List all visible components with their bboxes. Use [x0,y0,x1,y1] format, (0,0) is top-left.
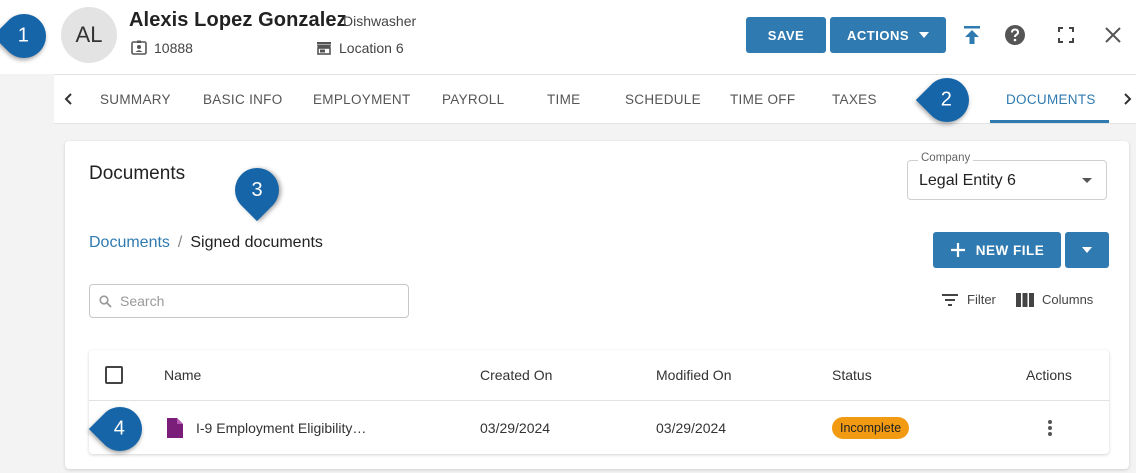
status-badge: Incomplete [832,416,910,439]
employee-role: Dishwasher [343,13,417,29]
column-header-status[interactable]: Status [832,350,872,400]
avatar: AL [61,7,117,63]
store-icon [317,42,331,55]
actions-button-label: ACTIONS [847,27,909,43]
column-header-modified[interactable]: Modified On [656,350,731,400]
tab-time[interactable]: TIME [547,75,580,123]
table-row[interactable]: I-9 Employment Eligibility… 03/29/2024 0… [89,401,1109,454]
tab-payroll[interactable]: PAYROLL [442,75,504,123]
tabs-scroll-right-icon[interactable] [1118,89,1136,109]
columns-icon [1016,292,1034,307]
tab-time-off[interactable]: TIME OFF [730,75,795,123]
close-icon[interactable] [1100,22,1126,48]
file-icon [167,401,183,454]
tab-taxes[interactable]: TAXES [832,75,877,123]
publish-icon[interactable] [959,22,985,48]
new-file-label: NEW FILE [975,242,1045,258]
more-vert-icon [1048,419,1052,436]
save-button[interactable]: SAVE [746,17,826,53]
column-header-actions: Actions [1026,367,1072,383]
new-file-button[interactable]: NEW FILE [933,232,1061,268]
caret-down-icon [1082,247,1092,253]
documents-table: Name Created On Modified On Status Actio… [89,350,1109,454]
columns-button[interactable]: Columns [1016,292,1093,307]
breadcrumb: Documents / Signed documents [89,234,323,252]
actions-button[interactable]: ACTIONS [830,17,946,53]
new-file-menu-button[interactable] [1065,232,1109,268]
document-created: 03/29/2024 [480,419,551,436]
tab-employment[interactable]: EMPLOYMENT [313,75,411,123]
tabs-scroll-left-icon[interactable] [58,89,78,109]
search-placeholder: Search [120,293,165,309]
page-title: Documents [89,163,186,184]
select-all-checkbox[interactable] [105,350,123,400]
tab-summary[interactable]: SUMMARY [100,75,171,123]
row-actions-button[interactable] [1047,401,1053,454]
column-header-created[interactable]: Created On [480,350,552,400]
table-header-row: Name Created On Modified On Status Actio… [89,350,1109,401]
id-badge-icon [131,40,147,55]
employee-id: 10888 [131,40,193,56]
document-modified: 03/29/2024 [656,419,727,436]
tab-basic-info[interactable]: BASIC INFO [203,75,283,123]
active-tab-indicator [990,120,1109,123]
filter-label: Filter [967,292,996,307]
tab-documents[interactable]: DOCUMENTS [1006,75,1096,123]
search-input[interactable]: Search [89,284,409,318]
filter-button[interactable]: Filter [941,292,996,307]
employee-location: Location 6 [316,40,404,56]
fullscreen-icon[interactable] [1053,22,1079,48]
documents-card: Documents Company Legal Entity 6 Documen… [65,141,1129,469]
plus-icon [950,243,965,257]
status-cell: Incomplete [832,401,910,454]
company-select[interactable]: Company Legal Entity 6 [907,152,1107,200]
help-icon[interactable] [1002,22,1028,48]
filter-icon [942,293,958,306]
employee-name: Alexis Lopez Gonzalez [129,9,347,31]
tab-bar: SUMMARY BASIC INFO EMPLOYMENT PAYROLL TI… [54,74,1136,124]
tab-schedule[interactable]: SCHEDULE [625,75,701,123]
employee-location-value: Location 6 [339,40,404,56]
column-header-name[interactable]: Name [164,350,201,400]
employee-header: AL Alexis Lopez Gonzalez Dishwasher 1088… [0,0,1136,74]
caret-down-icon [919,32,929,38]
breadcrumb-documents-link[interactable]: Documents [89,234,170,252]
breadcrumb-separator: / [177,234,183,251]
document-name[interactable]: I-9 Employment Eligibility… [196,401,366,454]
employee-id-value: 10888 [154,40,193,56]
search-icon [99,294,112,308]
breadcrumb-current: Signed documents [190,234,323,251]
columns-label: Columns [1042,292,1094,307]
company-value: Legal Entity 6 [919,172,1016,189]
company-label: Company [918,152,974,164]
caret-down-icon [1082,178,1092,183]
